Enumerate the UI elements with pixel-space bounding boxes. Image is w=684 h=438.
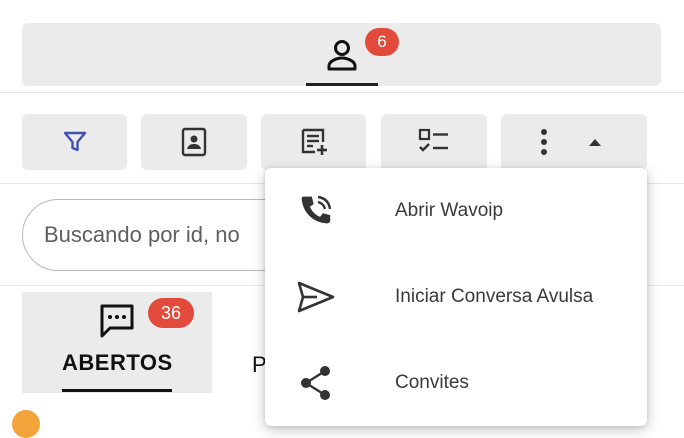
open-count-badge: 36 — [148, 298, 194, 328]
divider — [0, 92, 684, 93]
menu-item-label: Iniciar Conversa Avulsa — [395, 286, 594, 307]
user-count-badge: 6 — [365, 28, 399, 56]
menu-item-convites[interactable]: Convites — [265, 340, 647, 426]
caret-up-icon — [587, 137, 603, 147]
menu-item-iniciar-conversa-avulsa[interactable]: Iniciar Conversa Avulsa — [265, 254, 647, 340]
checklist-button[interactable] — [381, 114, 487, 170]
contacts-button[interactable] — [141, 114, 247, 170]
filter-button[interactable] — [22, 114, 127, 170]
chat-icon — [98, 302, 136, 340]
tab-abertos-label: ABERTOS — [62, 350, 173, 375]
menu-item-label: Abrir Wavoip — [395, 200, 504, 221]
person-icon[interactable] — [325, 38, 359, 72]
checklist-icon — [418, 127, 450, 157]
share-icon — [295, 362, 337, 404]
note-add-icon — [299, 127, 329, 157]
menu-item-abrir-wavoip[interactable]: Abrir Wavoip — [265, 168, 647, 254]
active-tab-indicator — [62, 389, 172, 392]
search-placeholder: Buscando por id, no — [44, 222, 240, 247]
more-actions-menu: Abrir Wavoip Iniciar Conversa Avulsa Con… — [265, 168, 647, 426]
more-actions-button[interactable] — [501, 114, 647, 170]
filter-icon — [62, 129, 88, 155]
send-icon — [295, 276, 337, 318]
phone-call-icon — [295, 190, 337, 232]
contact-card-icon — [180, 127, 208, 157]
new-note-button[interactable] — [261, 114, 366, 170]
menu-item-label: Convites — [395, 372, 469, 393]
active-tab-indicator — [306, 83, 378, 86]
more-vert-icon — [539, 127, 549, 157]
